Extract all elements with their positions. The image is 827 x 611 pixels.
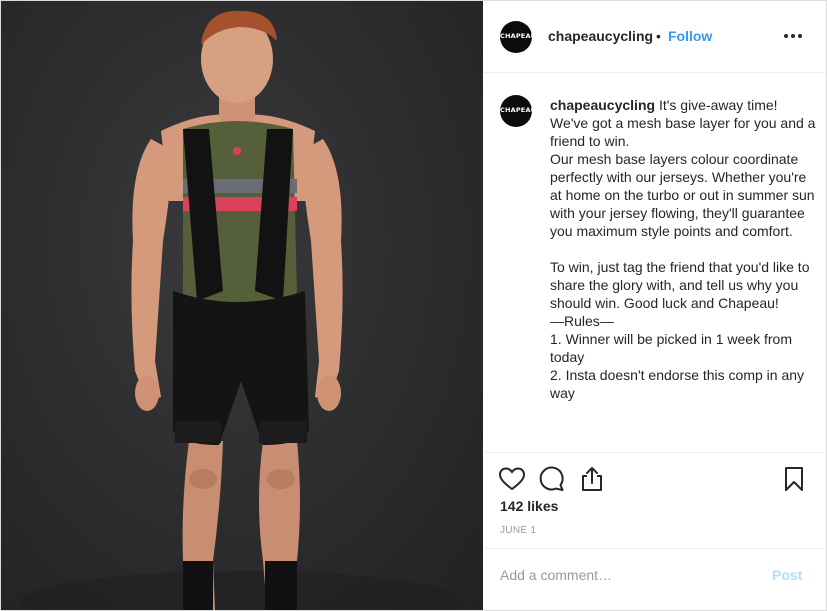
bookmark-icon[interactable] [780, 465, 808, 493]
heart-icon[interactable] [498, 465, 526, 493]
caption-username[interactable]: chapeaucycling [550, 97, 655, 113]
post-actions: 142 likes JUNE 1 [484, 452, 826, 548]
likes-count[interactable]: 142 likes [500, 498, 558, 514]
comment-input[interactable] [500, 563, 750, 587]
post-photo[interactable] [1, 1, 483, 610]
caption-avatar[interactable]: CHAPEAU! [500, 95, 532, 127]
caption-area: CHAPEAU! chapeaucycling It's give-away t… [484, 74, 826, 452]
ellipsis-icon[interactable] [784, 33, 802, 39]
instagram-post: CHAPEAU! chapeaucycling • Follow CHAPEAU… [0, 0, 827, 611]
cyclist-photo-illustration [21, 10, 461, 610]
post-caption: chapeaucycling It's give-away time! We'v… [550, 96, 816, 402]
profile-avatar[interactable]: CHAPEAU! [500, 21, 532, 53]
post-side-panel: CHAPEAU! chapeaucycling • Follow CHAPEAU… [484, 1, 826, 610]
post-date[interactable]: JUNE 1 [500, 525, 536, 536]
separator-dot: • [656, 28, 661, 44]
post-header: CHAPEAU! chapeaucycling • Follow [484, 1, 826, 73]
caption-text: It's give-away time! We've got a mesh ba… [550, 97, 816, 401]
comment-bar: Post [484, 548, 826, 610]
comment-bubble-icon[interactable] [538, 465, 566, 493]
share-icon[interactable] [578, 465, 606, 493]
post-comment-button[interactable]: Post [772, 567, 802, 583]
follow-button[interactable]: Follow [668, 28, 712, 44]
header-username[interactable]: chapeaucycling [548, 28, 653, 44]
avatar-logo-text: CHAPEAU! [500, 106, 532, 114]
avatar-logo-text: CHAPEAU! [500, 32, 532, 40]
